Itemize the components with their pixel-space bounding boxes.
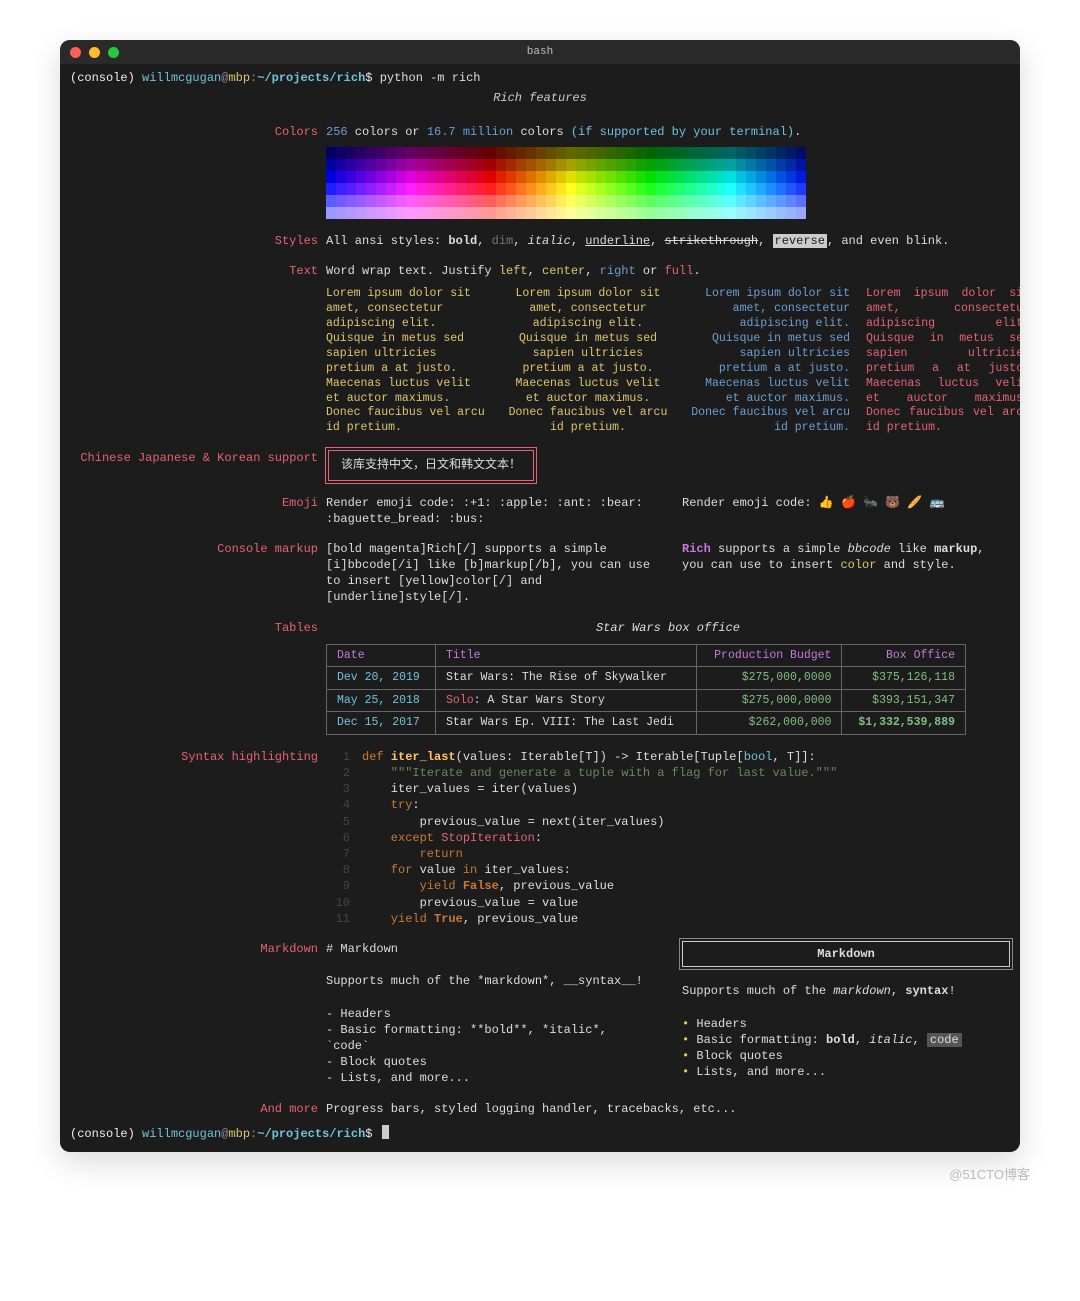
- syntax-block: 1def iter_last(values: Iterable[T]) -> I…: [326, 749, 1010, 927]
- section-label-text: Text: [70, 263, 326, 437]
- colors-line: 256 colors or 16.7 million colors (if su…: [326, 124, 1010, 218]
- zoom-icon[interactable]: [108, 47, 119, 58]
- prompt-line-2: (console) willmcgugan@mbp:~/projects/ric…: [70, 1125, 1010, 1142]
- watermark: @51CTO博客: [20, 1152, 1060, 1184]
- section-label-markup: Console markup: [70, 541, 326, 606]
- section-label-markdown: Markdown: [70, 941, 326, 1087]
- and-more-line: Progress bars, styled logging handler, t…: [326, 1101, 1010, 1117]
- justify-right: Lorem ipsum dolor sit amet, consectetur …: [686, 287, 850, 436]
- markdown-heading-box: Markdown: [682, 941, 1010, 967]
- justify-center: Lorem ipsum dolor sit amet, consectetur …: [506, 287, 670, 436]
- justify-full: Lorem ipsum dolor sit amet, consectetur …: [866, 287, 1020, 436]
- section-label-tables: Tables: [70, 620, 326, 735]
- section-label-emoji: Emoji: [70, 495, 326, 527]
- styles-line: All ansi styles: bold, dim, italic, unde…: [326, 233, 1010, 249]
- justify-left: Lorem ipsum dolor sit amet, consectetur …: [326, 287, 490, 436]
- section-label-styles: Styles: [70, 233, 326, 249]
- section-label-syntax: Syntax highlighting: [70, 749, 326, 927]
- window-title: bash: [527, 45, 553, 60]
- emoji-codes: Render emoji code: :+1: :apple: :ant: :b…: [326, 495, 654, 527]
- emoji-section: Render emoji code: :+1: :apple: :ant: :b…: [326, 495, 1010, 527]
- table-title: Star Wars box office: [326, 620, 1010, 640]
- section-label-colors: Colors: [70, 124, 326, 218]
- section-label-more: And more: [70, 1101, 326, 1117]
- emoji-rendered: Render emoji code: 👍 🍎 🐜 🐻 🥖 🚌: [682, 495, 1010, 527]
- prompt-line: (console) willmcgugan@mbp:~/projects/ric…: [70, 70, 1010, 86]
- cjk-box: 该库支持中文，日文和韩文文本！: [328, 450, 534, 480]
- page-title: Rich features: [70, 86, 1010, 110]
- markdown-rendered: Markdown Supports much of the markdown, …: [682, 941, 1010, 1087]
- titlebar: bash: [60, 40, 1020, 64]
- markup-section: [bold magenta]Rich[/] supports a simple …: [326, 541, 1010, 606]
- color-spectrum: [326, 147, 1010, 219]
- minimize-icon[interactable]: [89, 47, 100, 58]
- markdown-raw: # Markdown Supports much of the *markdow…: [326, 941, 654, 1087]
- terminal-content[interactable]: (console) willmcgugan@mbp:~/projects/ric…: [60, 64, 1020, 1152]
- terminal-window: bash (console) willmcgugan@mbp:~/project…: [60, 40, 1020, 1152]
- markdown-section: # Markdown Supports much of the *markdow…: [326, 941, 1010, 1087]
- markup-rendered: Rich supports a simple bbcode like marku…: [682, 541, 1010, 606]
- section-label-cjk: Chinese Japanese & Korean support: [70, 450, 326, 480]
- star-wars-table: DateTitleProduction BudgetBox OfficeDev …: [326, 644, 966, 735]
- cursor: [382, 1125, 389, 1139]
- markup-raw: [bold magenta]Rich[/] supports a simple …: [326, 541, 654, 606]
- text-section: Word wrap text. Justify left, center, ri…: [326, 263, 1020, 437]
- close-icon[interactable]: [70, 47, 81, 58]
- tables-section: Star Wars box office DateTitleProduction…: [326, 620, 1010, 735]
